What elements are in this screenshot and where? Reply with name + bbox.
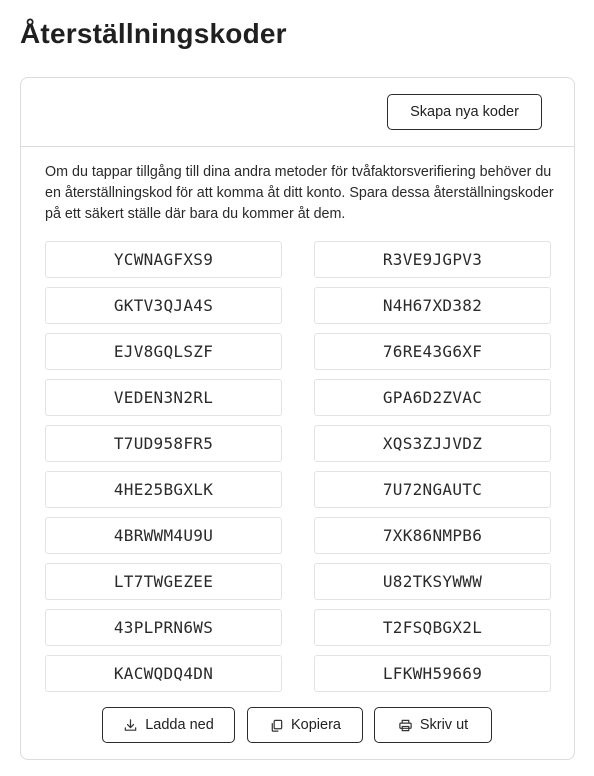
print-button[interactable]: Skriv ut — [374, 707, 492, 743]
recovery-code: YCWNAGFXS9 — [45, 241, 282, 278]
recovery-code: 7U72NGAUTC — [314, 471, 551, 508]
recovery-code: 43PLPRN6WS — [45, 609, 282, 646]
download-button[interactable]: Ladda ned — [102, 707, 235, 743]
recovery-codes-description: Om du tappar tillgång till dina andra me… — [45, 164, 554, 222]
recovery-code: 4HE25BGXLK — [45, 471, 282, 508]
printer-icon — [398, 718, 413, 733]
recovery-code: T7UD958FR5 — [45, 425, 282, 462]
recovery-code: T2FSQBGX2L — [314, 609, 551, 646]
recovery-code: R3VE9JGPV3 — [314, 241, 551, 278]
recovery-code: XQS3ZJJVDZ — [314, 425, 551, 462]
recovery-code: GKTV3QJA4S — [45, 287, 282, 324]
recovery-codes-card: Skapa nya koder Om du tappar tillgång ti… — [20, 77, 575, 760]
generate-new-codes-button[interactable]: Skapa nya koder — [387, 94, 542, 130]
recovery-code: KACWQDQ4DN — [45, 655, 282, 692]
print-button-label: Skriv ut — [419, 717, 469, 733]
copy-icon — [269, 718, 284, 733]
recovery-code: 76RE43G6XF — [314, 333, 551, 370]
recovery-code: VEDEN3N2RL — [45, 379, 282, 416]
card-header: Skapa nya koder — [21, 78, 574, 147]
recovery-code: LT7TWGEZEE — [45, 563, 282, 600]
page-title: Återställningskoder — [20, 18, 287, 49]
recovery-code: LFKWH59669 — [314, 655, 551, 692]
copy-button[interactable]: Kopiera — [247, 707, 363, 743]
recovery-code: 7XK86NMPB6 — [314, 517, 551, 554]
download-icon — [123, 718, 138, 733]
recovery-code: N4H67XD382 — [314, 287, 551, 324]
recovery-code: U82TKSYWWW — [314, 563, 551, 600]
recovery-codes-list: YCWNAGFXS9 R3VE9JGPV3 GKTV3QJA4S N4H67XD… — [45, 241, 551, 692]
download-button-label: Ladda ned — [145, 717, 214, 733]
recovery-code: 4BRWWM4U9U — [45, 517, 282, 554]
recovery-code: EJV8GQLSZF — [45, 333, 282, 370]
copy-button-label: Kopiera — [291, 717, 341, 733]
recovery-code: GPA6D2ZVAC — [314, 379, 551, 416]
